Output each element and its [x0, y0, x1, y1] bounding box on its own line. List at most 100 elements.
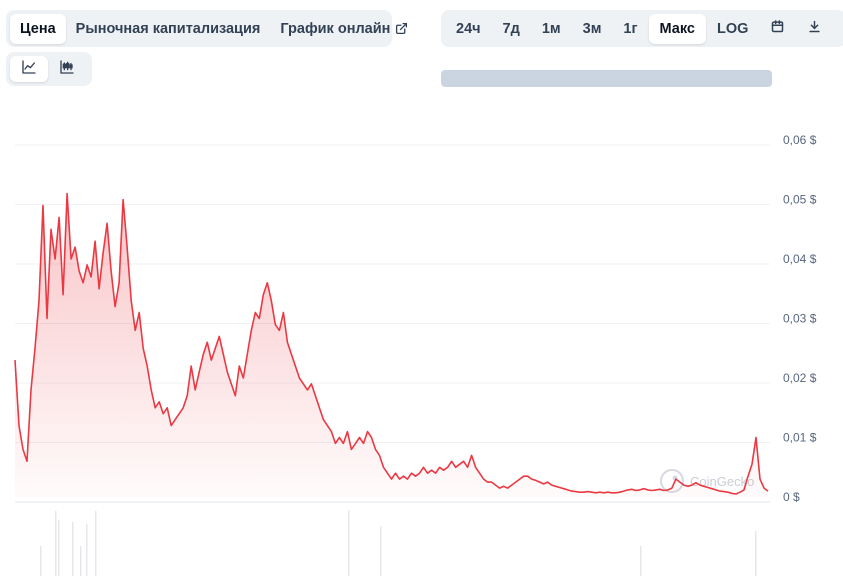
price-point	[647, 489, 649, 491]
price-point	[303, 383, 305, 385]
price-point	[146, 365, 148, 367]
price-point	[431, 469, 433, 471]
price-point	[703, 486, 705, 488]
price-point	[215, 348, 217, 350]
price-point	[435, 472, 437, 474]
price-point	[98, 288, 100, 290]
price-point	[439, 467, 441, 469]
price-point	[319, 407, 321, 409]
price-point	[114, 306, 116, 308]
volume-bars	[40, 510, 757, 576]
price-point	[86, 264, 88, 266]
price-area	[15, 193, 768, 497]
y-tick-label: 0,03 $	[783, 312, 817, 326]
price-point	[579, 491, 581, 493]
y-tick-label: 0,05 $	[783, 193, 817, 207]
price-point	[687, 486, 689, 488]
price-point	[387, 472, 389, 474]
price-point	[667, 489, 669, 491]
price-point	[94, 240, 96, 242]
price-point	[483, 478, 485, 480]
price-point	[227, 371, 229, 373]
volume-bar	[58, 520, 60, 576]
price-point	[198, 371, 200, 373]
y-tick-label: 0,02 $	[783, 371, 817, 385]
price-point	[707, 487, 709, 489]
price-point	[42, 205, 44, 207]
price-point	[655, 489, 657, 491]
price-point	[699, 484, 701, 486]
price-point	[403, 475, 405, 477]
price-point	[126, 246, 128, 248]
price-point	[415, 475, 417, 477]
price-point	[615, 492, 617, 494]
price-point	[455, 467, 457, 469]
price-point	[447, 467, 449, 469]
price-point	[491, 481, 493, 483]
price-point	[134, 330, 136, 332]
price-point	[591, 491, 593, 493]
price-point	[190, 365, 192, 367]
price-point	[407, 478, 409, 480]
price-point	[495, 484, 497, 486]
price-point	[367, 431, 369, 433]
price-point	[327, 425, 329, 427]
price-point	[279, 330, 281, 332]
price-point	[527, 475, 529, 477]
price-point	[395, 472, 397, 474]
price-point	[715, 489, 717, 491]
price-point	[371, 437, 373, 439]
price-point	[287, 342, 289, 344]
price-point	[519, 478, 521, 480]
price-point	[735, 493, 737, 495]
price-point	[531, 478, 533, 480]
price-point	[663, 490, 665, 492]
price-point	[359, 437, 361, 439]
price-point	[471, 455, 473, 457]
price-point	[130, 300, 132, 302]
price-point	[399, 478, 401, 480]
price-point	[62, 294, 64, 296]
price-point	[507, 487, 509, 489]
price-point	[595, 492, 597, 494]
price-point	[26, 461, 28, 463]
price-point	[611, 492, 613, 494]
price-point	[34, 348, 36, 350]
price-point	[575, 491, 577, 493]
price-point	[511, 484, 513, 486]
volume-bar	[86, 524, 88, 576]
price-point	[54, 258, 56, 260]
price-point	[691, 484, 693, 486]
volume-bar	[40, 546, 42, 576]
volume-bar	[80, 546, 82, 576]
price-point	[291, 353, 293, 355]
price-point	[635, 490, 637, 492]
price-point	[162, 413, 164, 415]
price-point	[427, 472, 429, 474]
price-point	[299, 377, 301, 379]
price-point	[295, 365, 297, 367]
volume-bar	[380, 526, 382, 576]
price-point	[559, 487, 561, 489]
price-point	[211, 359, 213, 361]
price-point	[639, 489, 641, 491]
price-point	[243, 377, 245, 379]
price-point	[463, 461, 465, 463]
price-point	[719, 490, 721, 492]
price-point	[479, 472, 481, 474]
price-point	[731, 493, 733, 495]
y-tick-label: 0,04 $	[783, 252, 817, 266]
price-point	[743, 489, 745, 491]
price-point	[467, 467, 469, 469]
price-point	[186, 395, 188, 397]
price-point	[391, 478, 393, 480]
price-point	[259, 318, 261, 320]
price-point	[751, 464, 753, 466]
price-point	[118, 282, 120, 284]
y-tick-label: 0,01 $	[783, 431, 817, 445]
price-point	[683, 484, 685, 486]
price-point	[182, 407, 184, 409]
price-point	[22, 449, 24, 451]
y-tick-label: 0,06 $	[783, 133, 817, 147]
price-point	[583, 491, 585, 493]
